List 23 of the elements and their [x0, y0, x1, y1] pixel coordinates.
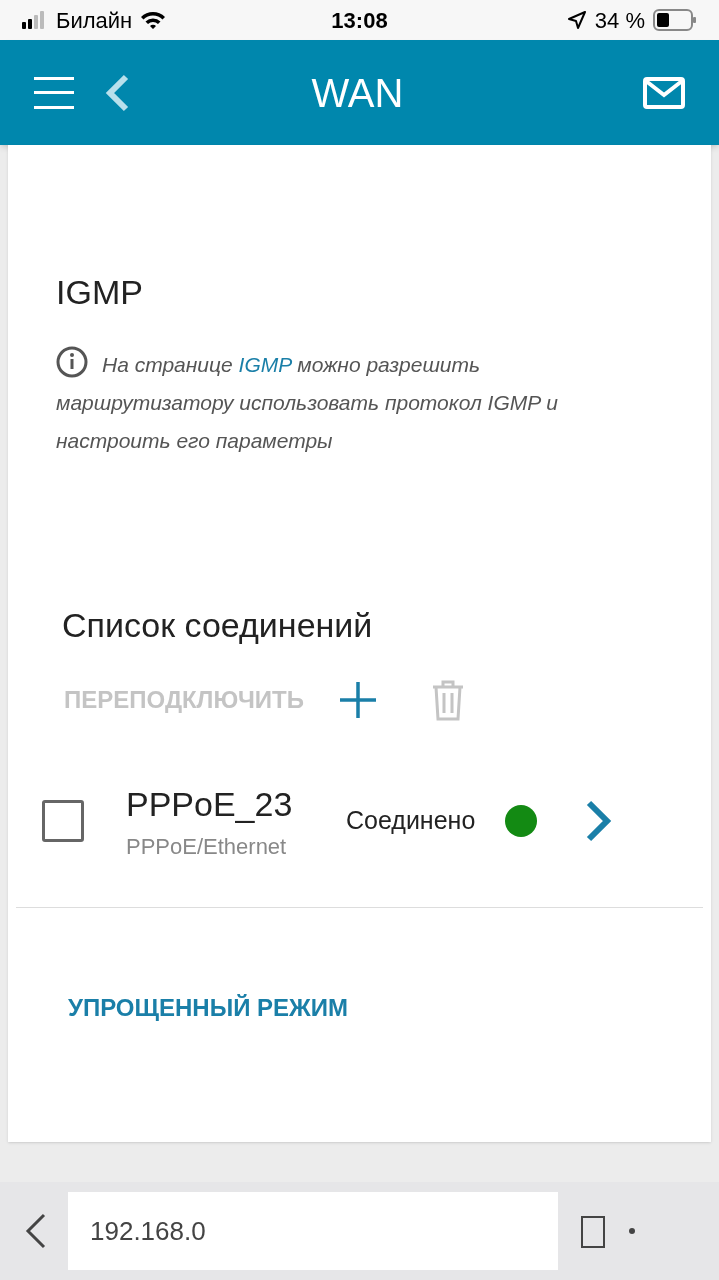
row-checkbox[interactable] [42, 800, 84, 842]
wifi-icon [140, 10, 167, 30]
battery-percent: 34 % [594, 6, 645, 35]
back-icon[interactable] [24, 1211, 48, 1251]
connection-name: PPPoE_23 [126, 784, 294, 825]
clock-time: 13:08 [331, 6, 388, 35]
page-title: WAN [311, 69, 404, 117]
address-field[interactable]: 192.168.0 [68, 1192, 558, 1270]
more-icon[interactable] [628, 1227, 636, 1235]
igmp-link[interactable]: IGMP [238, 353, 292, 376]
connection-status: Соединено [346, 805, 476, 837]
section-title: IGMP [56, 272, 144, 313]
location-arrow-icon [566, 10, 587, 30]
connections-title: Список соединений [61, 605, 374, 646]
menu-icon[interactable] [34, 76, 74, 109]
connection-type: PPPoE/Ethernet [126, 833, 288, 861]
info-text: На странице IGMP можно разрешить маршрутизатору использовать протокол IGMP и настроить его параметры [56, 346, 656, 460]
info-icon [56, 346, 88, 378]
carrier-name: Билайн [56, 6, 133, 35]
battery-icon [653, 9, 697, 31]
mail-icon[interactable] [643, 76, 685, 109]
add-icon[interactable] [337, 680, 378, 720]
simple-mode-link[interactable]: УПРОЩЕННЫЙ РЕЖИМ [56, 990, 349, 1026]
